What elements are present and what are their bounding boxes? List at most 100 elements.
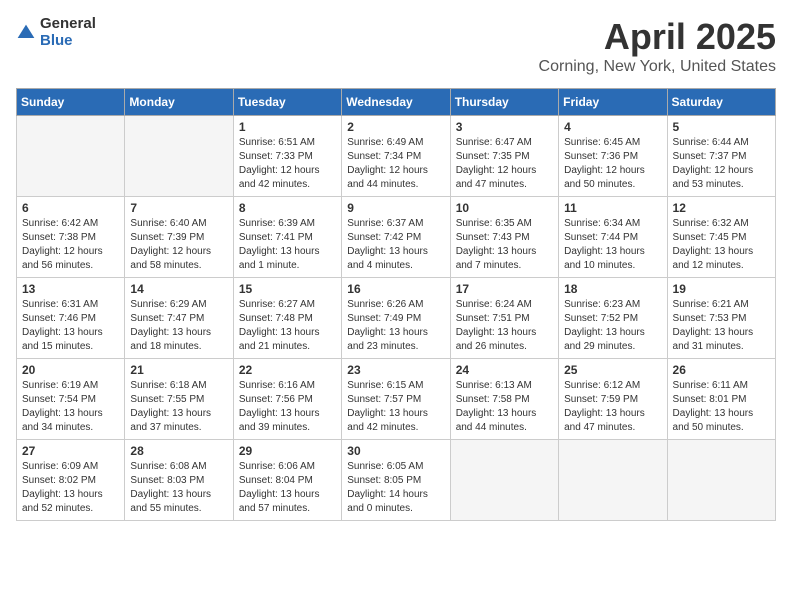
day-info: Sunrise: 6:27 AMSunset: 7:48 PMDaylight:… — [239, 298, 336, 354]
day-info: Sunrise: 6:08 AMSunset: 8:03 PMDaylight:… — [130, 460, 227, 516]
day-number: 9 — [347, 201, 444, 215]
day-number: 7 — [130, 201, 227, 215]
logo-blue-text: Blue — [40, 33, 96, 50]
day-of-week-header: Saturday — [667, 89, 775, 116]
day-of-week-header: Tuesday — [233, 89, 341, 116]
day-number: 15 — [239, 282, 336, 296]
calendar-day-cell: 10 Sunrise: 6:35 AMSunset: 7:43 PMDayligh… — [450, 197, 558, 278]
day-info: Sunrise: 6:23 AMSunset: 7:52 PMDaylight:… — [564, 298, 661, 354]
day-info: Sunrise: 6:45 AMSunset: 7:36 PMDaylight:… — [564, 136, 661, 192]
day-number: 3 — [456, 120, 553, 134]
day-info: Sunrise: 6:32 AMSunset: 7:45 PMDaylight:… — [673, 217, 770, 273]
calendar-day-cell: 9 Sunrise: 6:37 AMSunset: 7:42 PMDaylight… — [342, 197, 450, 278]
day-info: Sunrise: 6:21 AMSunset: 7:53 PMDaylight:… — [673, 298, 770, 354]
calendar-week-row: 27 Sunrise: 6:09 AMSunset: 8:02 PMDayligh… — [17, 440, 776, 521]
page-header: General Blue April 2025 Corning, New Yor… — [16, 16, 776, 76]
calendar-day-cell: 23 Sunrise: 6:15 AMSunset: 7:57 PMDayligh… — [342, 359, 450, 440]
logo-icon — [16, 23, 36, 43]
day-number: 13 — [22, 282, 119, 296]
calendar-day-cell: 11 Sunrise: 6:34 AMSunset: 7:44 PMDayligh… — [559, 197, 667, 278]
day-number: 24 — [456, 363, 553, 377]
day-of-week-header: Friday — [559, 89, 667, 116]
day-info: Sunrise: 6:11 AMSunset: 8:01 PMDaylight:… — [673, 379, 770, 435]
day-of-week-header: Monday — [125, 89, 233, 116]
calendar-day-cell: 16 Sunrise: 6:26 AMSunset: 7:49 PMDayligh… — [342, 278, 450, 359]
day-info: Sunrise: 6:12 AMSunset: 7:59 PMDaylight:… — [564, 379, 661, 435]
calendar-day-cell: 7 Sunrise: 6:40 AMSunset: 7:39 PMDaylight… — [125, 197, 233, 278]
day-number: 12 — [673, 201, 770, 215]
calendar-day-cell: 14 Sunrise: 6:29 AMSunset: 7:47 PMDayligh… — [125, 278, 233, 359]
day-info: Sunrise: 6:31 AMSunset: 7:46 PMDaylight:… — [22, 298, 119, 354]
calendar-day-cell: 5 Sunrise: 6:44 AMSunset: 7:37 PMDaylight… — [667, 116, 775, 197]
calendar-day-cell: 4 Sunrise: 6:45 AMSunset: 7:36 PMDaylight… — [559, 116, 667, 197]
day-info: Sunrise: 6:44 AMSunset: 7:37 PMDaylight:… — [673, 136, 770, 192]
day-info: Sunrise: 6:06 AMSunset: 8:04 PMDaylight:… — [239, 460, 336, 516]
calendar-day-cell: 22Sunrise: 6:16 AMSunset: 7:56 PMDayligh… — [233, 359, 341, 440]
day-number: 5 — [673, 120, 770, 134]
day-of-week-header: Sunday — [17, 89, 125, 116]
day-info: Sunrise: 6:42 AMSunset: 7:38 PMDaylight:… — [22, 217, 119, 273]
calendar-day-cell: 25Sunrise: 6:12 AMSunset: 7:59 PMDayligh… — [559, 359, 667, 440]
logo-general-text: General — [40, 16, 96, 33]
calendar-day-cell: 27 Sunrise: 6:09 AMSunset: 8:02 PMDayligh… — [17, 440, 125, 521]
day-number: 20 — [22, 363, 119, 377]
day-of-week-header: Thursday — [450, 89, 558, 116]
calendar-day-cell: 30Sunrise: 6:05 AMSunset: 8:05 PMDayligh… — [342, 440, 450, 521]
day-info: Sunrise: 6:35 AMSunset: 7:43 PMDaylight:… — [456, 217, 553, 273]
day-info: Sunrise: 6:15 AMSunset: 7:57 PMDaylight:… — [347, 379, 444, 435]
logo-text: General Blue — [40, 16, 96, 49]
calendar-day-cell — [450, 440, 558, 521]
day-number: 21 — [130, 363, 227, 377]
calendar-day-cell: 29 Sunrise: 6:06 AMSunset: 8:04 PMDayligh… — [233, 440, 341, 521]
calendar-day-cell: 6 Sunrise: 6:42 AMSunset: 7:38 PMDaylight… — [17, 197, 125, 278]
day-info: Sunrise: 6:51 AMSunset: 7:33 PMDaylight:… — [239, 136, 336, 192]
day-info: Sunrise: 6:29 AMSunset: 7:47 PMDaylight:… — [130, 298, 227, 354]
day-info: Sunrise: 6:26 AMSunset: 7:49 PMDaylight:… — [347, 298, 444, 354]
day-number: 16 — [347, 282, 444, 296]
day-number: 2 — [347, 120, 444, 134]
calendar-day-cell: 18Sunrise: 6:23 AMSunset: 7:52 PMDayligh… — [559, 278, 667, 359]
day-number: 26 — [673, 363, 770, 377]
day-info: Sunrise: 6:09 AMSunset: 8:02 PMDaylight:… — [22, 460, 119, 516]
day-info: Sunrise: 6:39 AMSunset: 7:41 PMDaylight:… — [239, 217, 336, 273]
calendar-day-cell: 24 Sunrise: 6:13 AMSunset: 7:58 PMDayligh… — [450, 359, 558, 440]
calendar-day-cell — [559, 440, 667, 521]
calendar-day-cell: 19Sunrise: 6:21 AMSunset: 7:53 PMDayligh… — [667, 278, 775, 359]
calendar-week-row: 20Sunrise: 6:19 AMSunset: 7:54 PMDayligh… — [17, 359, 776, 440]
day-info: Sunrise: 6:40 AMSunset: 7:39 PMDaylight:… — [130, 217, 227, 273]
calendar-day-cell: 17Sunrise: 6:24 AMSunset: 7:51 PMDayligh… — [450, 278, 558, 359]
calendar-day-cell: 13 Sunrise: 6:31 AMSunset: 7:46 PMDayligh… — [17, 278, 125, 359]
day-info: Sunrise: 6:34 AMSunset: 7:44 PMDaylight:… — [564, 217, 661, 273]
calendar-day-cell: 20Sunrise: 6:19 AMSunset: 7:54 PMDayligh… — [17, 359, 125, 440]
calendar-day-cell: 26 Sunrise: 6:11 AMSunset: 8:01 PMDayligh… — [667, 359, 775, 440]
day-number: 27 — [22, 444, 119, 458]
calendar-day-cell: 1 Sunrise: 6:51 AMSunset: 7:33 PMDaylight… — [233, 116, 341, 197]
calendar-table: SundayMondayTuesdayWednesdayThursdayFrid… — [16, 88, 776, 521]
calendar-week-row: 13 Sunrise: 6:31 AMSunset: 7:46 PMDayligh… — [17, 278, 776, 359]
calendar-day-cell: 8 Sunrise: 6:39 AMSunset: 7:41 PMDaylight… — [233, 197, 341, 278]
calendar-day-cell: 28 Sunrise: 6:08 AMSunset: 8:03 PMDayligh… — [125, 440, 233, 521]
day-number: 28 — [130, 444, 227, 458]
day-number: 29 — [239, 444, 336, 458]
logo: General Blue — [16, 16, 96, 49]
day-number: 8 — [239, 201, 336, 215]
day-info: Sunrise: 6:13 AMSunset: 7:58 PMDaylight:… — [456, 379, 553, 435]
day-number: 23 — [347, 363, 444, 377]
day-info: Sunrise: 6:24 AMSunset: 7:51 PMDaylight:… — [456, 298, 553, 354]
title-section: April 2025 Corning, New York, United Sta… — [539, 16, 776, 76]
day-number: 4 — [564, 120, 661, 134]
day-info: Sunrise: 6:47 AMSunset: 7:35 PMDaylight:… — [456, 136, 553, 192]
calendar-day-cell: 2Sunrise: 6:49 AMSunset: 7:34 PMDaylight… — [342, 116, 450, 197]
day-number: 11 — [564, 201, 661, 215]
day-info: Sunrise: 6:05 AMSunset: 8:05 PMDaylight:… — [347, 460, 444, 516]
day-number: 10 — [456, 201, 553, 215]
day-number: 6 — [22, 201, 119, 215]
day-number: 14 — [130, 282, 227, 296]
day-number: 22 — [239, 363, 336, 377]
day-number: 1 — [239, 120, 336, 134]
calendar-day-cell — [17, 116, 125, 197]
day-info: Sunrise: 6:37 AMSunset: 7:42 PMDaylight:… — [347, 217, 444, 273]
calendar-header-row: SundayMondayTuesdayWednesdayThursdayFrid… — [17, 89, 776, 116]
calendar-subtitle: Corning, New York, United States — [539, 58, 776, 76]
calendar-day-cell — [667, 440, 775, 521]
